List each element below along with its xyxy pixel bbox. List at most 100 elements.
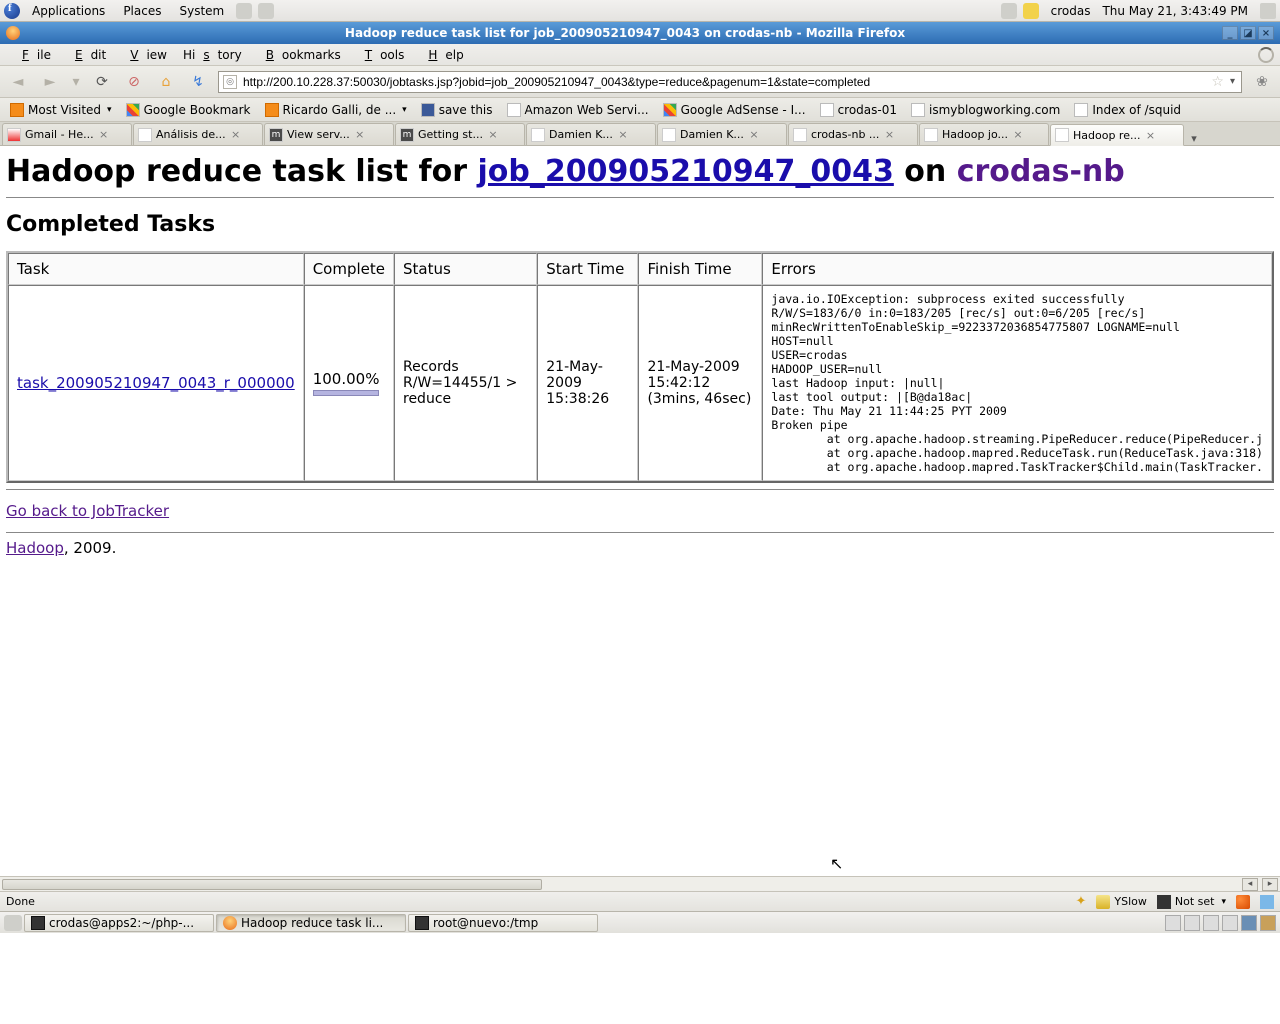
launcher-icon[interactable] [236, 3, 252, 19]
hadoop-link[interactable]: Hadoop [6, 539, 64, 557]
tab-close-icon[interactable]: × [230, 129, 242, 141]
reload-button[interactable]: ⟳ [90, 70, 114, 94]
bookmark-item[interactable]: save this [415, 100, 499, 120]
firefox-menubar: File Edit View History Bookmarks Tools H… [0, 44, 1280, 66]
noscript-icon [1157, 895, 1171, 909]
bookmark-star-icon[interactable]: ☆ [1211, 74, 1224, 90]
places-menu[interactable]: Places [117, 4, 167, 18]
clock[interactable]: Thu May 21, 3:43:49 PM [1102, 4, 1248, 18]
home-button[interactable]: ⌂ [154, 70, 178, 94]
bookmark-item[interactable]: crodas-01 [814, 100, 903, 120]
toolbar-extension-icon[interactable]: ❀ [1250, 70, 1274, 94]
bookmark-item[interactable]: Google Bookmark [120, 100, 257, 120]
fedora-icon[interactable] [4, 3, 20, 19]
twitter-icon[interactable] [1260, 895, 1274, 909]
browser-tab[interactable]: Damien K...× [657, 123, 787, 145]
star-icon[interactable]: ✦ [1075, 894, 1086, 909]
browser-tab[interactable]: Gmail - He... × [2, 123, 132, 145]
menu-history[interactable]: History [175, 48, 250, 62]
scroll-right-button[interactable]: ▸ [1262, 878, 1278, 891]
browser-tab[interactable]: Hadoop jo...× [919, 123, 1049, 145]
stop-button[interactable]: ⊘ [122, 70, 146, 94]
job-link[interactable]: job_200905210947_0043 [477, 154, 893, 189]
browser-tab[interactable]: mGetting st...× [395, 123, 525, 145]
tab-overflow-dropdown[interactable]: ▾ [1185, 132, 1203, 145]
scrollbar-thumb[interactable] [2, 879, 542, 890]
bookmark-item[interactable]: ismyblogworking.com [905, 100, 1066, 120]
horizontal-scrollbar[interactable]: ◂ ▸ [0, 876, 1280, 891]
minimize-button[interactable]: _ [1222, 26, 1238, 40]
tab-close-icon[interactable]: × [1144, 129, 1156, 141]
heading-prefix: Hadoop reduce task list for [6, 154, 477, 189]
tray-icon[interactable] [1203, 915, 1219, 931]
yslow-indicator[interactable]: YSlow [1096, 895, 1146, 909]
notes-icon[interactable] [1023, 3, 1039, 19]
task-link[interactable]: task_200905210947_0043_r_000000 [17, 374, 295, 392]
tab-close-icon[interactable]: × [1012, 129, 1024, 141]
bookmark-item[interactable]: Ricardo Galli, de ...▾ [259, 100, 413, 120]
back-to-jobtracker-link[interactable]: Go back to JobTracker [6, 502, 169, 520]
tray-icon[interactable] [1165, 915, 1181, 931]
taskbar-window-button[interactable]: root@nuevo:/tmp [408, 914, 598, 932]
back-button[interactable]: ◄ [6, 70, 30, 94]
statusbar: Done ✦ YSlow Not set▾ [0, 891, 1280, 911]
apps-menu[interactable]: Applications [26, 4, 111, 18]
bookmark-item[interactable]: Index of /squid [1068, 100, 1187, 120]
tray-icon[interactable] [1001, 3, 1017, 19]
browser-tab[interactable]: crodas-nb ...× [788, 123, 918, 145]
bookmark-item[interactable]: Google AdSense - I... [657, 100, 812, 120]
url-dropdown[interactable]: ▾ [1228, 76, 1237, 87]
site-identity-icon[interactable]: ◎ [223, 75, 237, 89]
tab-favicon [7, 128, 21, 142]
url-bar[interactable]: ◎ ☆ ▾ [218, 71, 1242, 93]
tab-close-icon[interactable]: × [748, 129, 760, 141]
menu-edit[interactable]: Edit [59, 48, 114, 62]
back-dropdown[interactable]: ▾ [70, 70, 82, 94]
tab-favicon: m [400, 128, 414, 142]
browser-tab[interactable]: Damien K...× [526, 123, 656, 145]
tab-close-icon[interactable]: × [487, 129, 499, 141]
extension-icon[interactable]: ↯ [186, 70, 210, 94]
close-button[interactable]: × [1258, 26, 1274, 40]
bookmark-item[interactable]: Amazon Web Servi... [501, 100, 655, 120]
browser-tab[interactable]: mView serv...× [264, 123, 394, 145]
taskbar-window-button[interactable]: Hadoop reduce task li... [216, 914, 406, 932]
yslow-icon [1096, 895, 1110, 909]
show-desktop-icon[interactable] [4, 915, 22, 931]
menu-help[interactable]: Help [412, 48, 471, 62]
tray-icon[interactable] [1184, 915, 1200, 931]
url-input[interactable] [241, 74, 1207, 90]
tab-label: Gmail - He... [25, 128, 94, 141]
forward-button[interactable]: ► [38, 70, 62, 94]
scroll-left-button[interactable]: ◂ [1242, 878, 1258, 891]
window-icon [415, 916, 429, 930]
browser-tab[interactable]: Análisis de... × [133, 123, 263, 145]
taskbar-window-button[interactable]: crodas@apps2:~/php-... [24, 914, 214, 932]
trash-icon[interactable] [1260, 915, 1276, 931]
menu-tools[interactable]: Tools [349, 48, 413, 62]
tab-label: Análisis de... [156, 128, 226, 141]
bookmark-item[interactable]: Most Visited▾ [4, 100, 118, 120]
tray-icon[interactable] [1222, 915, 1238, 931]
window-icon [223, 916, 237, 930]
errors-cell: java.io.IOException: subprocess exited s… [762, 285, 1272, 481]
user-menu[interactable]: crodas [1045, 4, 1097, 18]
tab-close-icon[interactable]: × [617, 129, 629, 141]
maximize-button[interactable]: ◪ [1240, 26, 1256, 40]
menu-view[interactable]: View [114, 48, 175, 62]
noscript-indicator[interactable]: Not set▾ [1157, 895, 1226, 909]
tab-favicon [662, 128, 676, 142]
browser-tab[interactable]: Hadoop re...× [1050, 124, 1184, 146]
system-menu[interactable]: System [173, 4, 230, 18]
tab-close-icon[interactable]: × [98, 129, 110, 141]
bookmark-label: save this [439, 103, 493, 117]
menu-file[interactable]: File [6, 48, 59, 62]
workspace-switcher[interactable] [1241, 915, 1257, 931]
menu-bookmarks[interactable]: Bookmarks [250, 48, 349, 62]
launcher-icon-2[interactable] [258, 3, 274, 19]
volume-icon[interactable] [1260, 3, 1276, 19]
status-cell: Records R/W=14455/1 > reduce [394, 285, 537, 481]
tab-close-icon[interactable]: × [883, 129, 895, 141]
firebug-icon[interactable] [1236, 895, 1250, 909]
tab-close-icon[interactable]: × [354, 129, 366, 141]
